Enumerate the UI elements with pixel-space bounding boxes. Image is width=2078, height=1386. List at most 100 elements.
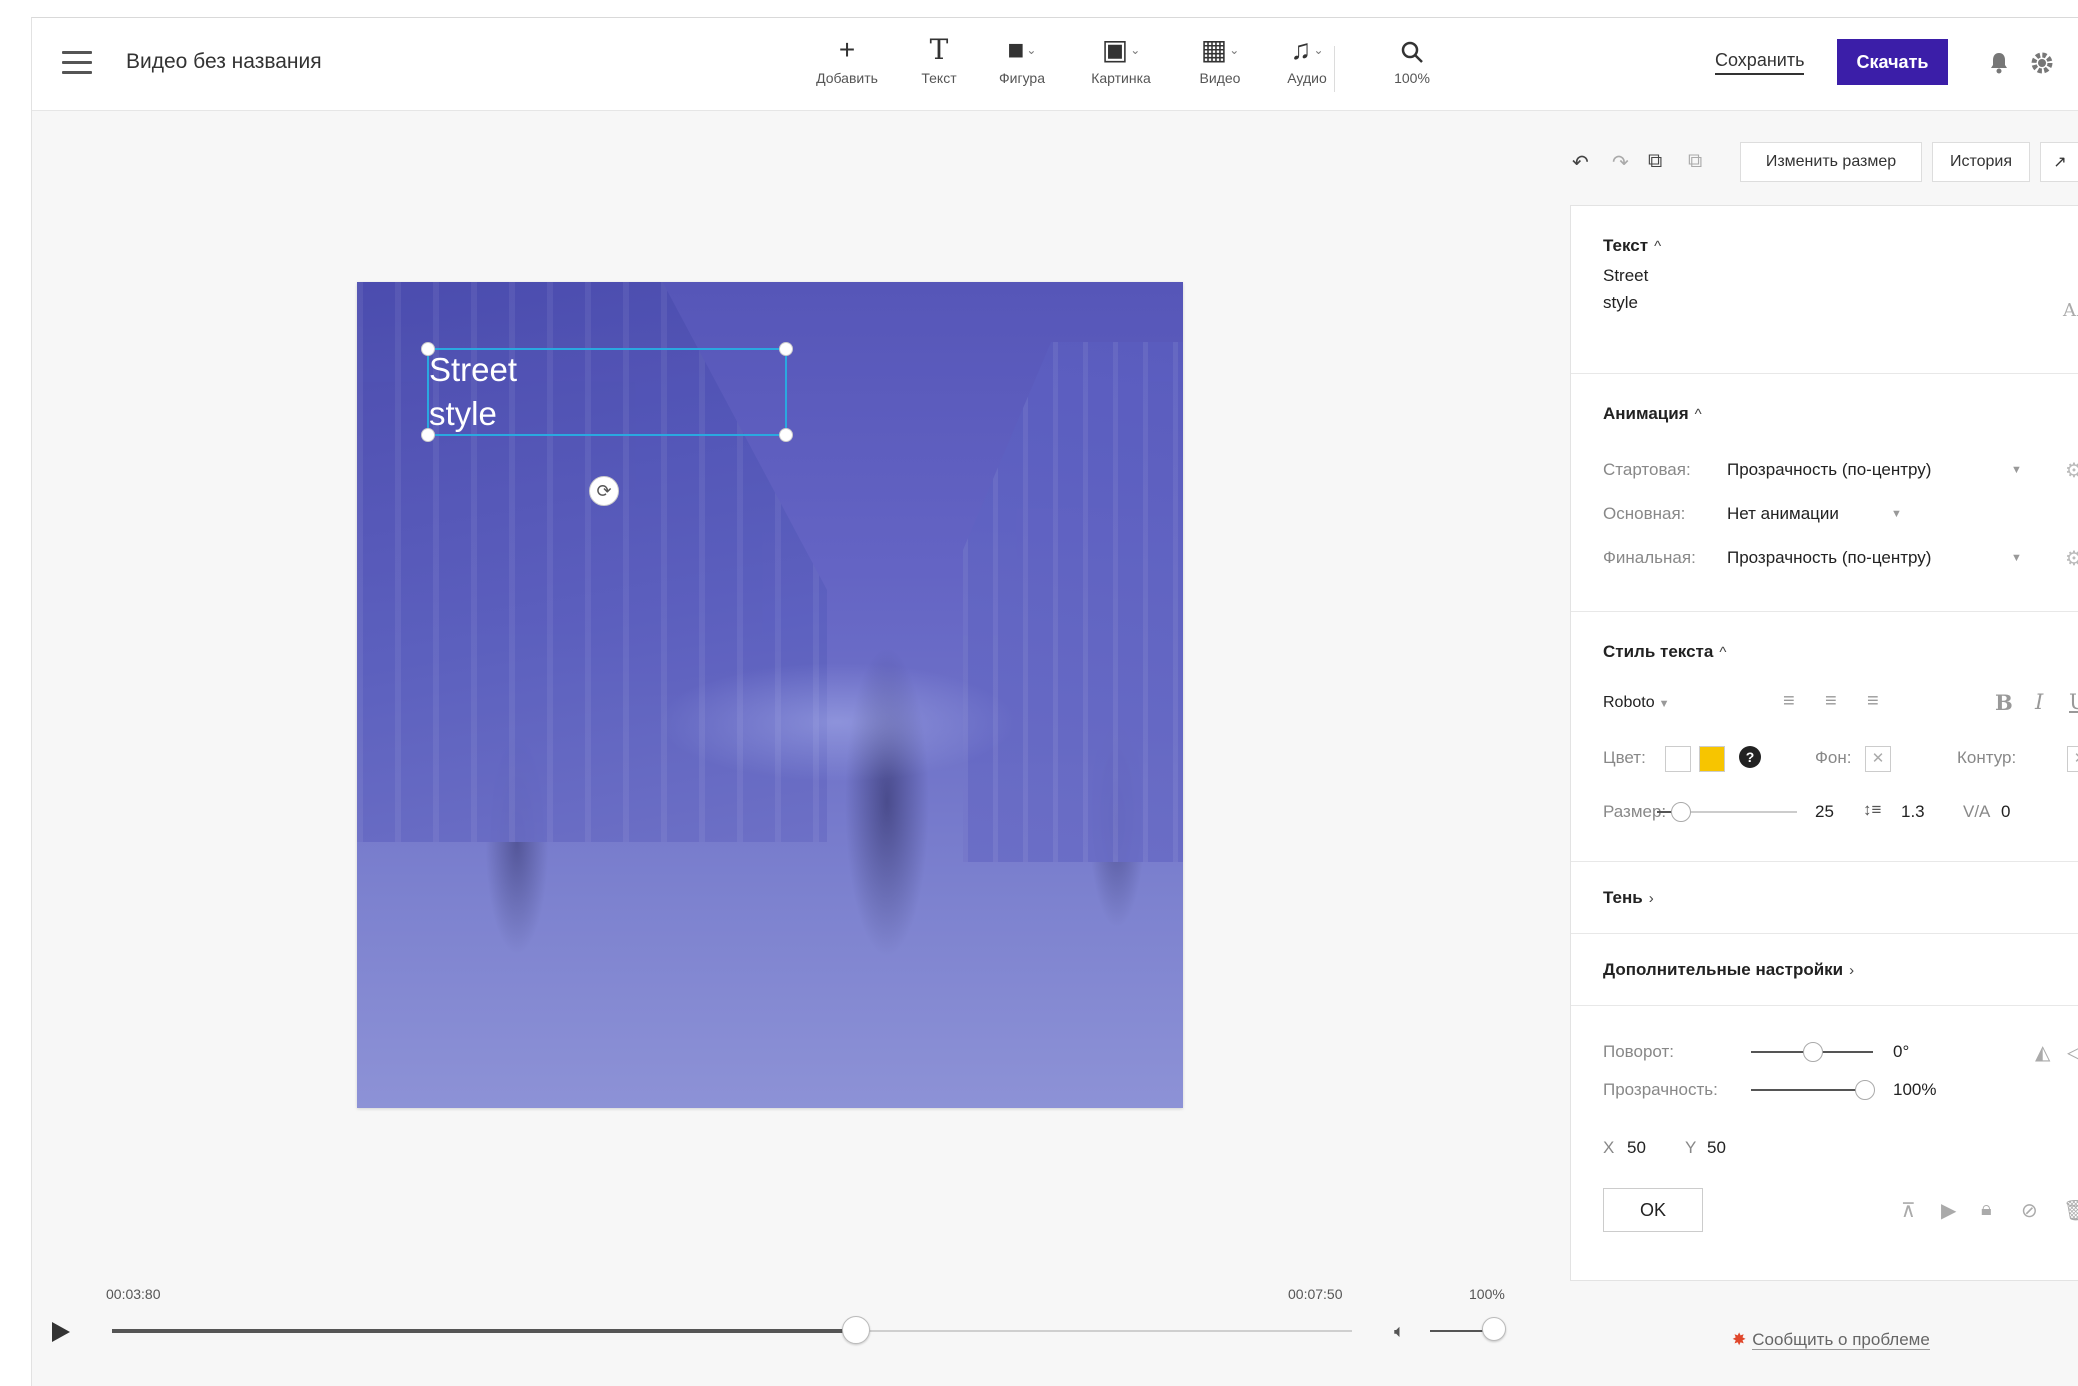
- redo-icon[interactable]: ↷: [1612, 150, 1629, 175]
- gear-icon[interactable]: ⚙: [2065, 546, 2078, 571]
- rotation-value[interactable]: 0°: [1893, 1042, 1909, 1062]
- volume-slider[interactable]: [1430, 1317, 1506, 1341]
- outline-none-icon[interactable]: ✕: [2067, 746, 2078, 772]
- align-icon[interactable]: ⊼: [1901, 1198, 1916, 1223]
- tool-text[interactable]: T Текст: [894, 32, 984, 102]
- video-canvas[interactable]: Street style ⟳: [357, 282, 1183, 1108]
- align-center-icon[interactable]: ≡: [1825, 690, 1837, 713]
- tool-add[interactable]: + Добавить: [802, 32, 892, 102]
- outline-label: Контур:: [1957, 748, 2017, 767]
- shape-icon: ■ ⌄: [1007, 34, 1037, 65]
- tool-shape[interactable]: ■ ⌄ Фигура: [977, 32, 1067, 102]
- text-section-header[interactable]: Текст ^: [1603, 236, 1661, 256]
- tool-label: Картинка: [1091, 70, 1151, 86]
- final-animation-select[interactable]: Прозрачность (по-центру): [1727, 548, 1931, 568]
- bell-icon[interactable]: [1988, 51, 2012, 75]
- resize-handle-bottom-left[interactable]: [421, 428, 435, 442]
- color-label: Цвет:: [1603, 748, 1646, 767]
- paste-icon[interactable]: ⧉: [1688, 150, 1702, 173]
- download-button[interactable]: Скачать: [1837, 39, 1948, 85]
- main-animation-select[interactable]: Нет анимации: [1727, 504, 1839, 524]
- external-link-icon[interactable]: ↗: [2040, 142, 2078, 182]
- hide-icon[interactable]: ⊘: [2021, 1198, 2038, 1223]
- timeline-track[interactable]: [112, 1316, 1352, 1344]
- timeline-scrubber[interactable]: [842, 1316, 870, 1344]
- chevron-down-icon: ▼: [1891, 508, 1902, 520]
- shadow-section-header[interactable]: Тень ›: [1603, 888, 1654, 908]
- lock-icon[interactable]: 🔒︎: [1981, 1198, 1992, 1221]
- gear-icon[interactable]: [2030, 51, 2054, 75]
- selection-box: [421, 342, 793, 442]
- opacity-slider-knob[interactable]: [1855, 1080, 1875, 1100]
- size-slider-knob[interactable]: [1671, 802, 1691, 822]
- opacity-value[interactable]: 100%: [1893, 1080, 1936, 1100]
- tool-zoom[interactable]: 100%: [1367, 32, 1457, 102]
- menu-icon[interactable]: [62, 51, 92, 75]
- resize-button[interactable]: Изменить размер: [1740, 142, 1922, 182]
- resize-handle-top-left[interactable]: [421, 342, 435, 356]
- flip-vertical-icon[interactable]: ◭: [2035, 1040, 2050, 1065]
- rotation-slider-knob[interactable]: [1803, 1042, 1823, 1062]
- background-none-icon[interactable]: ✕: [1865, 746, 1891, 772]
- start-animation-select[interactable]: Прозрачность (по-центру): [1727, 460, 1931, 480]
- advanced-section: Дополнительные настройки ›: [1571, 934, 2078, 1006]
- report-problem-link[interactable]: ✸ Сообщить о проблеме: [1732, 1330, 1930, 1350]
- shadow-section: Тень ›: [1571, 862, 2078, 934]
- letter-spacing-value[interactable]: 0: [2001, 802, 2010, 822]
- chevron-down-icon: ▼: [2011, 464, 2022, 476]
- text-style-section-header[interactable]: Стиль текста ^: [1603, 642, 1726, 662]
- ok-button[interactable]: OK: [1603, 1188, 1703, 1232]
- animation-section: Анимация ^ Стартовая: Прозрачность (по-це…: [1571, 374, 2078, 612]
- help-icon[interactable]: ?: [1739, 746, 1761, 768]
- resize-handle-bottom-right[interactable]: [779, 428, 793, 442]
- x-value[interactable]: 50: [1627, 1138, 1646, 1158]
- color-swatch-yellow[interactable]: [1699, 746, 1725, 772]
- trash-icon[interactable]: 🗑︎: [2063, 1198, 2078, 1223]
- copy-icon[interactable]: ⧉: [1648, 150, 1662, 173]
- text-case-icon[interactable]: AA: [2063, 300, 2078, 321]
- volume-knob[interactable]: [1482, 1317, 1506, 1341]
- history-button[interactable]: История: [1932, 142, 2030, 182]
- opacity-slider[interactable]: [1751, 1089, 1865, 1091]
- rotate-icon[interactable]: ⟳: [589, 476, 619, 506]
- advanced-section-header[interactable]: Дополнительные настройки ›: [1603, 960, 1854, 980]
- tool-video[interactable]: ▦ ⌄ Видео: [1175, 32, 1265, 102]
- volume-icon[interactable]: 🔈︎: [1394, 1321, 1405, 1342]
- current-time: 00:03:80: [106, 1286, 161, 1302]
- bold-icon[interactable]: B: [1995, 690, 2013, 715]
- tool-image[interactable]: ▣ ⌄ Картинка: [1076, 32, 1166, 102]
- plus-icon: +: [838, 34, 856, 65]
- undo-icon[interactable]: ↶: [1572, 150, 1589, 175]
- save-button[interactable]: Сохранить: [1715, 50, 1805, 75]
- document-title[interactable]: Видео без названия: [126, 50, 322, 74]
- align-right-icon[interactable]: ≡: [1867, 690, 1879, 713]
- size-value[interactable]: 25: [1815, 802, 1834, 822]
- text-style-section: Стиль текста ^ Roboto ▼ ≡ ≡ ≡ B I U Цвет: …: [1571, 612, 2078, 862]
- tool-label: Текст: [921, 70, 957, 86]
- animation-section-header[interactable]: Анимация ^: [1603, 404, 1702, 424]
- play-icon[interactable]: ▶: [1941, 1198, 1956, 1223]
- color-swatch-white[interactable]: [1665, 746, 1691, 772]
- start-animation-label: Стартовая:: [1603, 460, 1691, 479]
- font-select[interactable]: Roboto ▼: [1603, 694, 1669, 712]
- line-height-value[interactable]: 1.3: [1901, 802, 1925, 822]
- italic-icon[interactable]: I: [2035, 690, 2043, 714]
- image-icon: ▣ ⌄: [1101, 34, 1141, 65]
- final-animation-label: Финальная:: [1603, 548, 1696, 567]
- rotation-label: Поворот:: [1603, 1042, 1675, 1061]
- resize-handle-top-right[interactable]: [779, 342, 793, 356]
- flip-horizontal-icon[interactable]: ◁: [2067, 1040, 2078, 1065]
- gear-icon[interactable]: ⚙: [2065, 458, 2078, 483]
- editor-window: Видео без названия + Добавить T Текст ■ ⌄…: [31, 17, 2078, 1386]
- transform-section: Поворот: 0° ◭ ◁ Прозрачность: 100% X 50 …: [1571, 1006, 2078, 1282]
- align-left-icon[interactable]: ≡: [1783, 690, 1795, 713]
- tool-audio[interactable]: ♫ ⌄ Аудио: [1262, 32, 1352, 102]
- play-icon[interactable]: [50, 1320, 72, 1344]
- text-section: Текст^ Street style AA: [1571, 206, 2078, 374]
- y-value[interactable]: 50: [1707, 1138, 1726, 1158]
- text-content-input[interactable]: Street style: [1603, 262, 1648, 316]
- background-street: [657, 662, 1017, 782]
- volume-percent: 100%: [1469, 1286, 1505, 1302]
- properties-panel: Текст^ Street style AA Анимация^ Стартов…: [1570, 205, 2078, 1281]
- underline-icon[interactable]: U: [2069, 690, 2078, 714]
